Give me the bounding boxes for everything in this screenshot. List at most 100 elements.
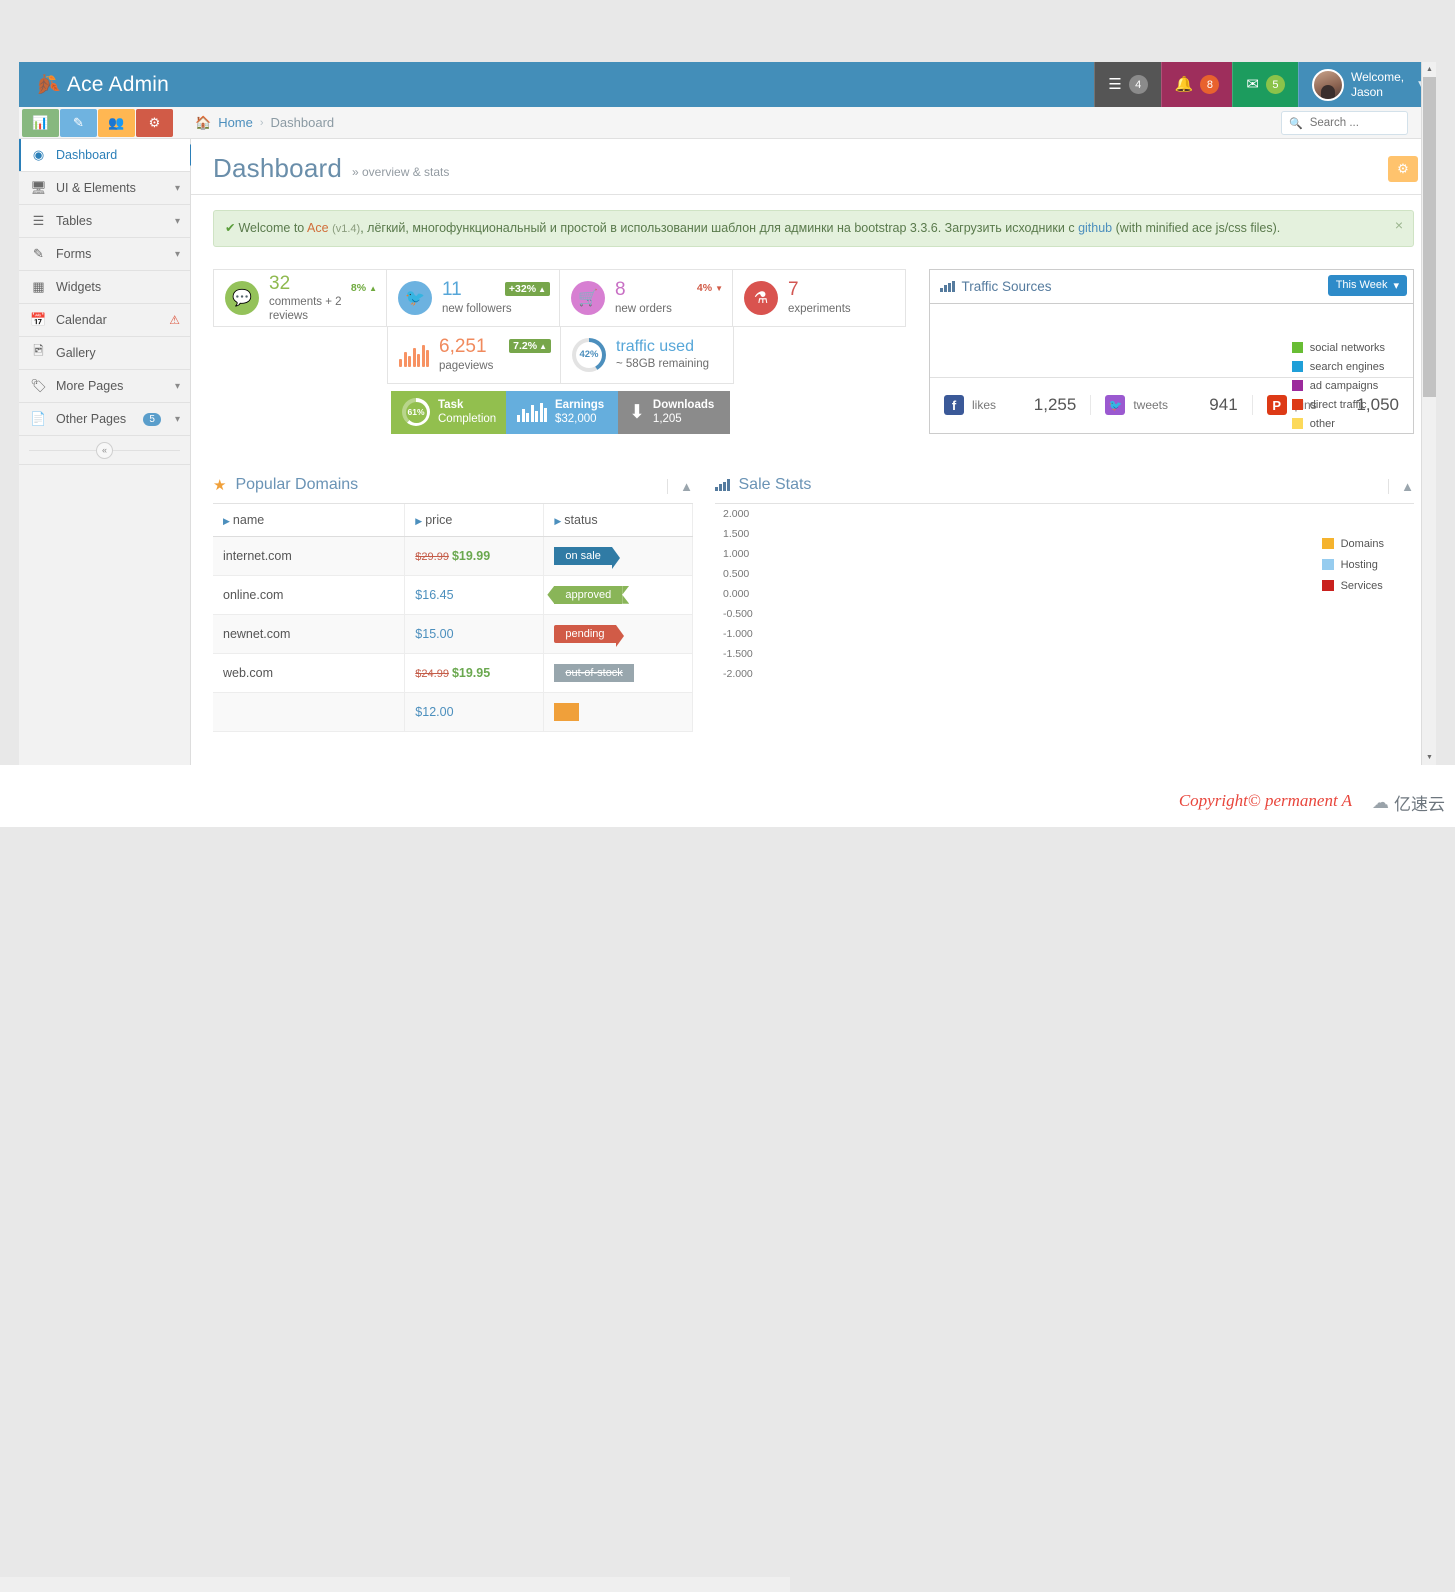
tile-text: Task Completion [438,398,496,427]
close-icon[interactable]: × [1395,218,1403,232]
breadcrumb-home[interactable]: Home [218,115,253,130]
scrollbar-thumb[interactable] [1423,77,1436,397]
page-scrollbar[interactable]: ▲ ▼ [1421,62,1436,765]
scroll-up-arrow[interactable]: ▲ [1422,62,1436,77]
tile-downloads[interactable]: ⬇ Downloads 1,205 [618,390,730,434]
infobox-experiments[interactable]: ⚗ 7 experiments [732,268,906,327]
sidebar-item-label: Dashboard [56,148,118,162]
infobox-group: 💬 32 comments + 2 reviews 8% ▲ 🐦 11 new … [213,268,909,434]
price-old: $24.99 [415,667,449,680]
legend-swatch [1321,559,1334,571]
infobox-traffic[interactable]: 42% traffic used ~ 58GB remaining [560,325,734,384]
sidebar-item-gallery[interactable]: 🖻 Gallery [19,337,190,370]
tile-sub: Completion [438,413,497,426]
infobox-followers[interactable]: 🐦 11 new followers +32% [386,268,560,327]
breadcrumb-separator: › [259,116,264,129]
chart-shortcut[interactable]: 📊 [22,108,59,137]
sidebar-item-tables[interactable]: ☰ Tables ▾ [19,205,190,238]
traffic-legend: social networks search engines ad campai… [1291,342,1385,430]
chevron-down-icon: ▾ [174,215,180,227]
traffic-sources-widget: Traffic Sources This Week ▾ social netwo… [929,268,1414,434]
tile-title: Downloads [652,398,715,411]
notifications-button[interactable]: 🔔 8 [1160,62,1233,107]
domains-table-head: ▶ name ▶ price ▶ status [213,503,693,537]
infobox-orders[interactable]: 🛒 8 new orders 4% [559,268,733,327]
column-header-price[interactable]: ▶ price [404,503,545,537]
edit-shortcut[interactable]: ✎ [60,108,97,137]
alert-ace: Ace [307,221,329,235]
column-header-name[interactable]: ▶ name [213,503,406,537]
social-label: likes [972,398,997,413]
legend-label: Hosting [1340,558,1378,571]
breadcrumb: 🏠 Home › Dashboard [191,115,334,131]
tile-earnings[interactable]: Earnings $32,000 [506,390,618,434]
column-header-status[interactable]: ▶ status [543,503,693,537]
chevron-up-icon[interactable]: ▲ [1388,478,1414,494]
status-badge: out-of-stock [554,663,634,682]
twitter-icon: 🐦 [1105,395,1126,416]
bell-icon: 🔔 [1174,76,1194,93]
table-row[interactable]: web.com $24.99 $19.95 out-of-stock [213,653,693,693]
infobox-number: 6,251 [439,336,487,358]
sidebar-item-label: UI & Elements [56,181,136,195]
sidebar-item-other-pages[interactable]: 📄 Other Pages 5 ▾ [19,403,190,436]
infobox-text: 7 experiments [788,279,851,316]
settings-shortcut[interactable]: ⚙ [136,108,173,137]
file-icon: 📄 [30,411,47,426]
infobox-stat: 7.2% [509,338,551,353]
github-link[interactable]: github [1078,221,1112,235]
sidebar-collapse-button[interactable]: « [96,441,113,459]
alert-prefix: Welcome to [238,221,305,235]
user-menu[interactable]: Welcome, Jason ▼ [1297,62,1436,107]
price: $16.45 [415,587,454,602]
brand[interactable]: 🍂 Ace Admin [19,62,185,107]
traffic-widget-title: Traffic Sources [961,278,1052,294]
price-new: $19.99 [451,548,491,563]
tasks-button[interactable]: ☰ 4 [1094,62,1161,107]
footer-strip [0,1577,790,1592]
infobox-pageviews[interactable]: 6,251 pageviews 7.2% [387,325,561,384]
sidebar: ◉ Dashboard 🖥 UI & Elements ▾ ☰ Tables ▾… [19,139,191,765]
cell-price: $12.00 [404,692,545,732]
table-row[interactable]: newnet.com $15.00 pending [213,614,693,654]
messages-badge: 5 [1265,75,1285,94]
period-dropdown[interactable]: This Week ▾ [1327,274,1407,296]
scroll-down-arrow[interactable]: ▼ [1422,750,1436,765]
cell-name: internet.com [213,536,406,576]
infobox-comments[interactable]: 💬 32 comments + 2 reviews 8% [213,268,387,327]
facebook-icon: f [944,395,964,416]
search-input[interactable] [1307,116,1400,130]
tile-sub: 1,205 [652,413,682,426]
welcome-greeting: Welcome, [1350,69,1405,84]
sidebar-item-widgets[interactable]: ▦ Widgets [19,271,190,304]
price: $15.00 [415,626,454,641]
sidebar-item-ui-elements[interactable]: 🖥 UI & Elements ▾ [19,172,190,205]
tile-sub: $32,000 [555,413,597,426]
table-row[interactable]: internet.com $29.99 $19.99 on sale [213,536,693,576]
sidebar-item-dashboard[interactable]: ◉ Dashboard [19,139,190,172]
pinterest-icon: P [1266,395,1287,416]
infobox-stat-value: 4% [696,281,713,294]
infobox-stat-chip: 7.2% [509,338,551,353]
chevron-up-icon[interactable]: ▲ [667,478,693,494]
domains-table-body: internet.com $29.99 $19.99 on sale online… [213,536,693,732]
table-row[interactable]: online.com $16.45 approved [213,575,693,615]
legend-label: search engines [1309,360,1385,373]
bars-icon [399,343,429,367]
sidebar-item-calendar[interactable]: 📅 Calendar ⚠ [19,304,190,337]
users-shortcut[interactable]: 👥 [98,108,135,137]
tile-task-completion[interactable]: 61% Task Completion [391,390,506,434]
page-title: Dashboard [213,153,342,183]
cell-status: approved [543,575,693,615]
cell-name: web.com [213,653,406,693]
sidebar-item-more-pages[interactable]: 🏷 More Pages ▾ [19,370,190,403]
arrow-up-icon [369,282,377,294]
messages-button[interactable]: ✉ 5 [1232,62,1298,107]
copyright-text: Copyright© permanent A [1178,791,1352,810]
domains-panel-title: Popular Domains [235,475,359,493]
calendar-icon: 📅 [30,312,47,327]
table-row[interactable]: $12.00 [213,692,693,732]
settings-button[interactable]: ⚙ [1388,156,1418,182]
sidebar-item-forms[interactable]: ✎ Forms ▾ [19,238,190,271]
search-box[interactable]: 🔍 [1281,111,1408,135]
